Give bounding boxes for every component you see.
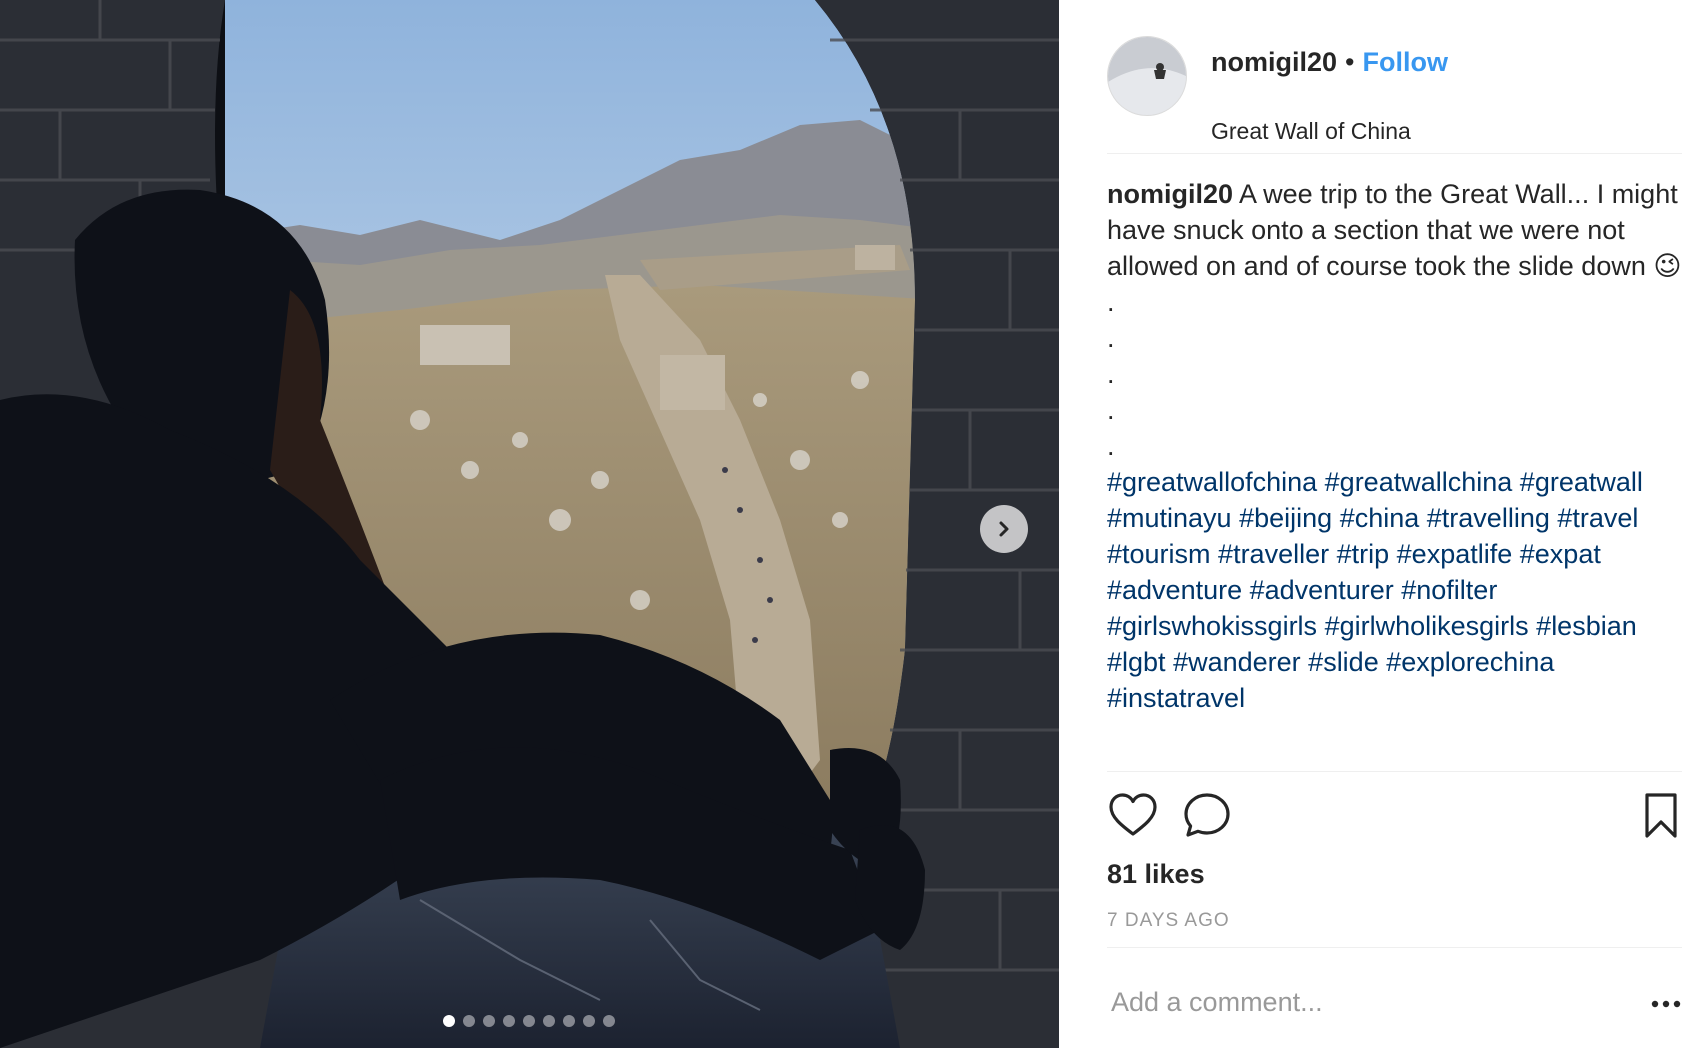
carousel-indicator xyxy=(443,1015,615,1027)
instagram-post: nomigil20 • Follow Great Wall of China nom… xyxy=(0,0,1702,1048)
hashtag-link[interactable]: #mutinayu xyxy=(1107,503,1232,533)
chevron-right-icon xyxy=(999,521,1009,537)
post-timestamp[interactable]: 7 DAYS AGO xyxy=(1107,908,1230,934)
hashtag-link[interactable]: #travel xyxy=(1557,503,1638,533)
hashtag-link[interactable]: #instatravel xyxy=(1107,683,1245,713)
caption-dot: . xyxy=(1107,287,1115,317)
hashtag-link[interactable]: #greatwall xyxy=(1520,467,1643,497)
comment-input[interactable] xyxy=(1111,982,1611,1022)
carousel-dot xyxy=(463,1015,475,1027)
post-photo[interactable] xyxy=(0,0,1059,1048)
heart-outline-icon[interactable] xyxy=(1107,790,1159,842)
hashtag-link[interactable]: #tourism xyxy=(1107,539,1211,569)
more-dots-icon[interactable] xyxy=(1649,992,1683,1016)
hashtag-link[interactable]: #girlswhokissgirls xyxy=(1107,611,1317,641)
hashtag-link[interactable]: #greatwallchina xyxy=(1325,467,1513,497)
avatar-image xyxy=(1108,37,1186,115)
hashtag-link[interactable]: #girlwholikesgirls xyxy=(1325,611,1529,641)
post-caption: nomigil20 A wee trip to the Great Wall..… xyxy=(1107,176,1687,716)
hashtag-link[interactable]: #slide xyxy=(1308,647,1379,677)
hashtag-link[interactable]: #greatwallofchina xyxy=(1107,467,1317,497)
great-wall-photo xyxy=(0,0,1059,1048)
hashtag-link[interactable]: #traveller xyxy=(1218,539,1329,569)
username-line: nomigil20 • Follow xyxy=(1211,44,1448,80)
hashtag-link[interactable]: #adventurer xyxy=(1250,575,1394,605)
hashtag-link[interactable]: #beijing xyxy=(1239,503,1332,533)
divider xyxy=(1107,771,1682,772)
divider xyxy=(1107,947,1682,948)
separator-dot: • xyxy=(1345,47,1355,77)
hashtag-link[interactable]: #lgbt xyxy=(1107,647,1166,677)
caption-username[interactable]: nomigil20 xyxy=(1107,179,1233,209)
follow-button[interactable]: Follow xyxy=(1362,47,1447,77)
hashtag-link[interactable]: #expatlife xyxy=(1397,539,1513,569)
carousel-dot xyxy=(583,1015,595,1027)
caption-dot: . xyxy=(1107,395,1115,425)
hashtag-link[interactable]: #expat xyxy=(1520,539,1601,569)
hashtag-list: #greatwallofchina #greatwallchina #great… xyxy=(1107,464,1687,716)
action-bar xyxy=(1107,790,1687,844)
carousel-dot xyxy=(543,1015,555,1027)
hashtag-link[interactable]: #china xyxy=(1340,503,1420,533)
carousel-dot xyxy=(523,1015,535,1027)
caption-dot: . xyxy=(1107,431,1115,461)
hashtag-link[interactable]: #trip xyxy=(1337,539,1390,569)
post-header: nomigil20 • Follow Great Wall of China xyxy=(1107,36,1682,154)
location-link[interactable]: Great Wall of China xyxy=(1211,116,1411,146)
carousel-dot xyxy=(483,1015,495,1027)
hashtag-link[interactable]: #wanderer xyxy=(1173,647,1301,677)
hashtag-link[interactable]: #adventure xyxy=(1107,575,1242,605)
carousel-dot xyxy=(443,1015,455,1027)
username-link[interactable]: nomigil20 xyxy=(1211,47,1337,77)
speech-bubble-icon[interactable] xyxy=(1181,790,1233,842)
hashtag-link[interactable]: #travelling xyxy=(1427,503,1550,533)
bookmark-outline-icon[interactable] xyxy=(1635,790,1687,842)
caption-dot: . xyxy=(1107,359,1115,389)
carousel-dot xyxy=(563,1015,575,1027)
caption-dot: . xyxy=(1107,323,1115,353)
avatar[interactable] xyxy=(1107,36,1187,116)
hashtag-link[interactable]: #nofilter xyxy=(1401,575,1497,605)
carousel-next-button[interactable] xyxy=(980,505,1028,553)
likes-count[interactable]: 81 likes xyxy=(1107,856,1205,892)
carousel-dot xyxy=(503,1015,515,1027)
carousel-dot xyxy=(603,1015,615,1027)
hashtag-link[interactable]: #lesbian xyxy=(1536,611,1637,641)
post-sidebar: nomigil20 • Follow Great Wall of China nom… xyxy=(1059,0,1702,1048)
hashtag-link[interactable]: #explorechina xyxy=(1386,647,1554,677)
caption-body: nomigil20 A wee trip to the Great Wall..… xyxy=(1107,176,1687,284)
